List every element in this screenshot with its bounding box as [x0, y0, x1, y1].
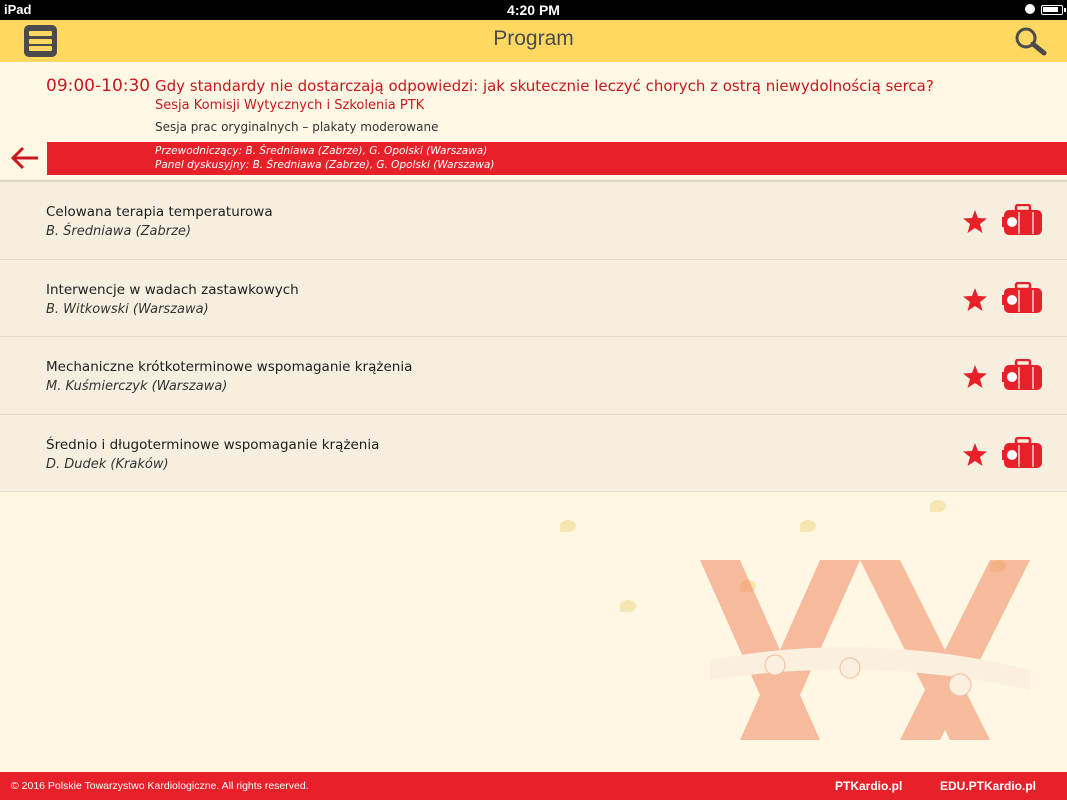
talk-list: Celowana terapia temperaturowa B. Średni…	[0, 182, 1067, 492]
list-item[interactable]: Celowana terapia temperaturowa B. Średni…	[0, 182, 1067, 260]
status-bar: iPad 4:20 PM	[0, 0, 1067, 20]
list-item[interactable]: Średnio i długoterminowe wspomaganie krą…	[0, 414, 1067, 492]
talk-author: M. Kuśmierczyk (Warszawa)	[46, 379, 228, 394]
talk-author: D. Dudek (Kraków)	[46, 456, 169, 472]
talk-title: Średnio i długoterminowe wspomaganie krą…	[46, 436, 380, 453]
talk-title: Interwencje w wadach zastawkowych	[46, 281, 299, 298]
star-icon[interactable]	[963, 442, 987, 466]
star-icon[interactable]	[963, 210, 987, 233]
nav-bar: Program	[0, 20, 1067, 62]
talk-author: B. Średniawa (Zabrze)	[46, 224, 192, 239]
star-icon[interactable]	[963, 287, 987, 311]
talk-title: Mechaniczne krótkoterminowe wspomaganie …	[46, 359, 413, 375]
briefcase-icon[interactable]	[1002, 436, 1044, 469]
session-title: Gdy standardy nie dostarczają odpowiedzi…	[155, 77, 934, 95]
search-icon[interactable]	[1013, 26, 1047, 56]
briefcase-icon[interactable]	[1002, 204, 1044, 236]
list-item[interactable]: Interwencje w wadach zastawkowych B. Wit…	[0, 259, 1067, 337]
copyright-text: © 2016 Polskie Towarzystwo Kardiologiczn…	[11, 780, 309, 792]
alarm-icon	[1025, 4, 1035, 14]
ptkardio-link[interactable]: PTKardio.pl	[835, 779, 902, 793]
footer: © 2016 Polskie Towarzystwo Kardiologiczn…	[0, 772, 1067, 800]
session-subtitle: Sesja Komisji Wytycznych i Szkolenia PTK	[155, 98, 425, 113]
talk-title: Celowana terapia temperaturowa	[46, 204, 273, 220]
session-chairs: Przewodniczący: B. Średniawa (Zabrze), G…	[155, 145, 488, 157]
anniversary-xx-logo	[700, 560, 1030, 740]
chairs-bar: Przewodniczący: B. Średniawa (Zabrze), G…	[47, 142, 1067, 175]
battery-icon	[1041, 5, 1066, 15]
session-type: Sesja prac oryginalnych – plakaty modero…	[155, 120, 439, 134]
page-title: Program	[493, 27, 574, 50]
talk-author: B. Witkowski (Warszawa)	[46, 301, 209, 317]
session-header: 09:00-10:30 Gdy standardy nie dostarczaj…	[0, 62, 1067, 182]
star-icon[interactable]	[963, 365, 987, 388]
session-time: 09:00-10:30	[46, 76, 151, 96]
session-panel: Panel dyskusyjny: B. Średniawa (Zabrze),…	[155, 159, 495, 171]
back-arrow-icon[interactable]	[10, 146, 40, 170]
status-clock: 4:20 PM	[507, 2, 560, 18]
briefcase-icon[interactable]	[1002, 281, 1044, 314]
list-item[interactable]: Mechaniczne krótkoterminowe wspomaganie …	[0, 337, 1067, 415]
edu-ptkardio-link[interactable]: EDU.PTKardio.pl	[940, 779, 1036, 793]
briefcase-icon[interactable]	[1002, 359, 1044, 391]
